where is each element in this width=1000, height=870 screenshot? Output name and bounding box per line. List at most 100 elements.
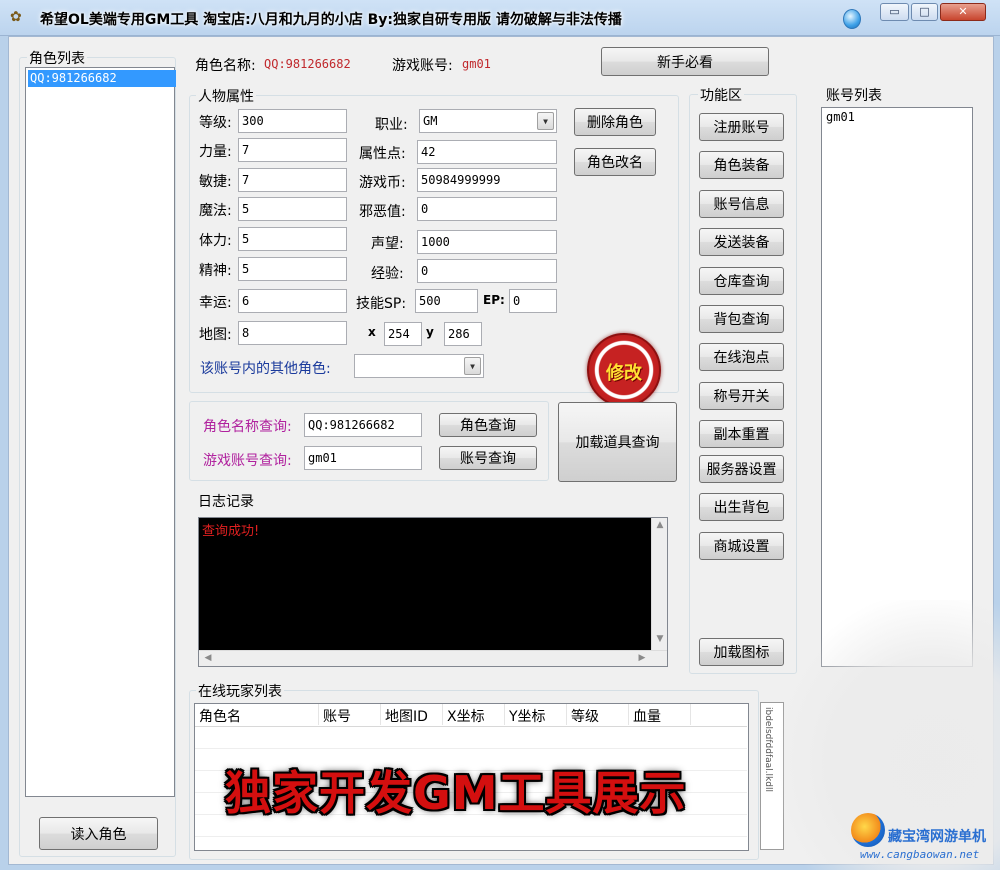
exp-label: 经验: xyxy=(371,266,404,282)
scroll-up-icon[interactable]: ▲ xyxy=(653,520,667,530)
log-vertical-scrollbar[interactable]: ▲ ▼ xyxy=(651,518,667,650)
close-button[interactable]: ✕ xyxy=(940,3,986,21)
function-button[interactable]: 副本重置 xyxy=(699,420,784,448)
y-label: y xyxy=(426,325,434,339)
x-label: x xyxy=(368,325,376,339)
chevron-down-icon: ▼ xyxy=(537,112,554,130)
stamina-label: 体力: xyxy=(199,233,232,249)
modify-button[interactable]: 修改 xyxy=(587,333,661,407)
attr-points-label: 属性点: xyxy=(359,146,406,162)
evil-input[interactable]: 0 xyxy=(417,197,557,221)
level-label: 等级: xyxy=(199,115,232,131)
newbie-guide-button[interactable]: 新手必看 xyxy=(601,47,769,76)
role-query-button[interactable]: 角色查询 xyxy=(439,413,537,437)
spirit-label: 精神: xyxy=(199,263,232,279)
attr-points-input[interactable]: 42 xyxy=(417,140,557,164)
column-header[interactable]: 血量 xyxy=(629,704,691,725)
role-list-item[interactable]: QQ:981266682 xyxy=(28,70,176,87)
exp-input[interactable]: 0 xyxy=(417,259,557,283)
function-area-title: 功能区 xyxy=(698,85,744,105)
log-title: 日志记录 xyxy=(196,491,256,511)
function-button[interactable]: 角色装备 xyxy=(699,151,784,179)
function-button[interactable]: 账号信息 xyxy=(699,190,784,218)
spirit-input[interactable]: 5 xyxy=(238,257,347,281)
scroll-left-icon[interactable]: ◀ xyxy=(201,653,215,663)
role-query-label: 角色名称查询: xyxy=(203,419,292,435)
function-button[interactable]: 称号开关 xyxy=(699,382,784,410)
function-button[interactable]: 背包查询 xyxy=(699,305,784,333)
agility-input[interactable]: 7 xyxy=(238,168,347,192)
side-strip-text: ibdelsdfddfaal.lkdll xyxy=(763,707,773,792)
magic-label: 魔法: xyxy=(199,203,232,219)
map-input[interactable]: 8 xyxy=(238,321,347,345)
function-button[interactable]: 商城设置 xyxy=(699,532,784,560)
account-query-label: 游戏账号查询: xyxy=(203,453,292,469)
sp-input[interactable]: 500 xyxy=(415,289,478,313)
gold-input[interactable]: 50984999999 xyxy=(417,168,557,192)
luck-input[interactable]: 6 xyxy=(238,289,347,313)
scroll-right-icon[interactable]: ▶ xyxy=(635,653,649,663)
watermark-logo-icon xyxy=(851,813,885,847)
function-button[interactable]: 服务器设置 xyxy=(699,455,784,483)
job-label: 职业: xyxy=(375,117,408,133)
promo-banner-text: 独家开发GM工具展示 xyxy=(225,766,687,820)
y-coord-input[interactable]: 286 xyxy=(444,322,482,346)
gold-label: 游戏币: xyxy=(359,175,406,191)
stamina-input[interactable]: 5 xyxy=(238,227,347,251)
window-title: 希望OL美端专用GM工具 淘宝店:八月和九月的小店 By:独家自研专用版 请勿破… xyxy=(40,12,622,28)
watermark-url: www.cangbaowan.net xyxy=(860,848,980,861)
column-header[interactable]: X坐标 xyxy=(443,704,505,725)
role-listbox[interactable]: QQ:981266682 xyxy=(25,67,176,797)
job-select-value: GM xyxy=(423,114,438,128)
column-header[interactable]: 等级 xyxy=(567,704,629,725)
role-query-input[interactable]: QQ:981266682 xyxy=(304,413,422,437)
column-header[interactable]: 地图ID xyxy=(381,704,443,725)
strength-input[interactable]: 7 xyxy=(238,138,347,162)
log-horizontal-scrollbar[interactable]: ◀ ▶ xyxy=(199,650,667,666)
magic-input[interactable]: 5 xyxy=(238,197,347,221)
minimize-button[interactable]: ▭ xyxy=(880,3,909,21)
account-query-button[interactable]: 账号查询 xyxy=(439,446,537,470)
help-orb-icon[interactable] xyxy=(843,9,861,29)
load-role-button[interactable]: 读入角色 xyxy=(39,817,158,850)
x-coord-input[interactable]: 254 xyxy=(384,322,422,346)
modify-button-label: 修改 xyxy=(606,363,642,384)
account-list-item[interactable]: gm01 xyxy=(826,110,855,124)
column-header[interactable]: Y坐标 xyxy=(505,704,567,725)
account-query-input[interactable]: gm01 xyxy=(304,446,422,470)
strength-label: 力量: xyxy=(199,144,232,160)
other-roles-select[interactable]: ▼ xyxy=(354,354,484,378)
chevron-down-icon: ▼ xyxy=(464,357,481,375)
function-button[interactable]: 出生背包 xyxy=(699,493,784,521)
agility-label: 敏捷: xyxy=(199,174,232,190)
title-bar: ✿ 希望OL美端专用GM工具 淘宝店:八月和九月的小店 By:独家自研专用版 请… xyxy=(0,0,1000,36)
ep-label: EP: xyxy=(483,293,505,307)
role-list-title: 角色列表 xyxy=(27,48,87,68)
column-header[interactable]: 账号 xyxy=(319,704,381,725)
role-name-value: QQ:981266682 xyxy=(264,57,351,71)
function-button[interactable]: 注册账号 xyxy=(699,113,784,141)
maximize-button[interactable]: □ xyxy=(911,3,938,21)
column-header[interactable]: 角色名 xyxy=(195,704,319,725)
app-icon: ✿ xyxy=(10,9,22,25)
function-button[interactable]: 仓库查询 xyxy=(699,267,784,295)
function-button[interactable]: 在线泡点 xyxy=(699,343,784,371)
load-icon-button[interactable]: 加载图标 xyxy=(699,638,784,666)
ep-input[interactable]: 0 xyxy=(509,289,557,313)
role-name-label: 角色名称: xyxy=(195,58,256,74)
function-button[interactable]: 发送装备 xyxy=(699,228,784,256)
watermark-title: 藏宝湾网游单机 xyxy=(888,829,986,845)
header-divider xyxy=(195,726,747,727)
level-input[interactable]: 300 xyxy=(238,109,347,133)
account-listbox[interactable]: gm01 xyxy=(821,107,973,667)
scroll-down-icon[interactable]: ▼ xyxy=(653,634,667,644)
game-account-value: gm01 xyxy=(462,57,491,71)
load-items-query-button[interactable]: 加载道具查询 xyxy=(558,402,677,482)
log-box[interactable]: 查询成功! ▲ ▼ ◀ ▶ xyxy=(198,517,668,667)
job-select[interactable]: GM ▼ xyxy=(419,109,557,133)
table-row-divider xyxy=(195,748,747,749)
delete-role-button[interactable]: 删除角色 xyxy=(574,108,656,136)
table-row-divider xyxy=(195,836,747,837)
fame-input[interactable]: 1000 xyxy=(417,230,557,254)
rename-role-button[interactable]: 角色改名 xyxy=(574,148,656,176)
